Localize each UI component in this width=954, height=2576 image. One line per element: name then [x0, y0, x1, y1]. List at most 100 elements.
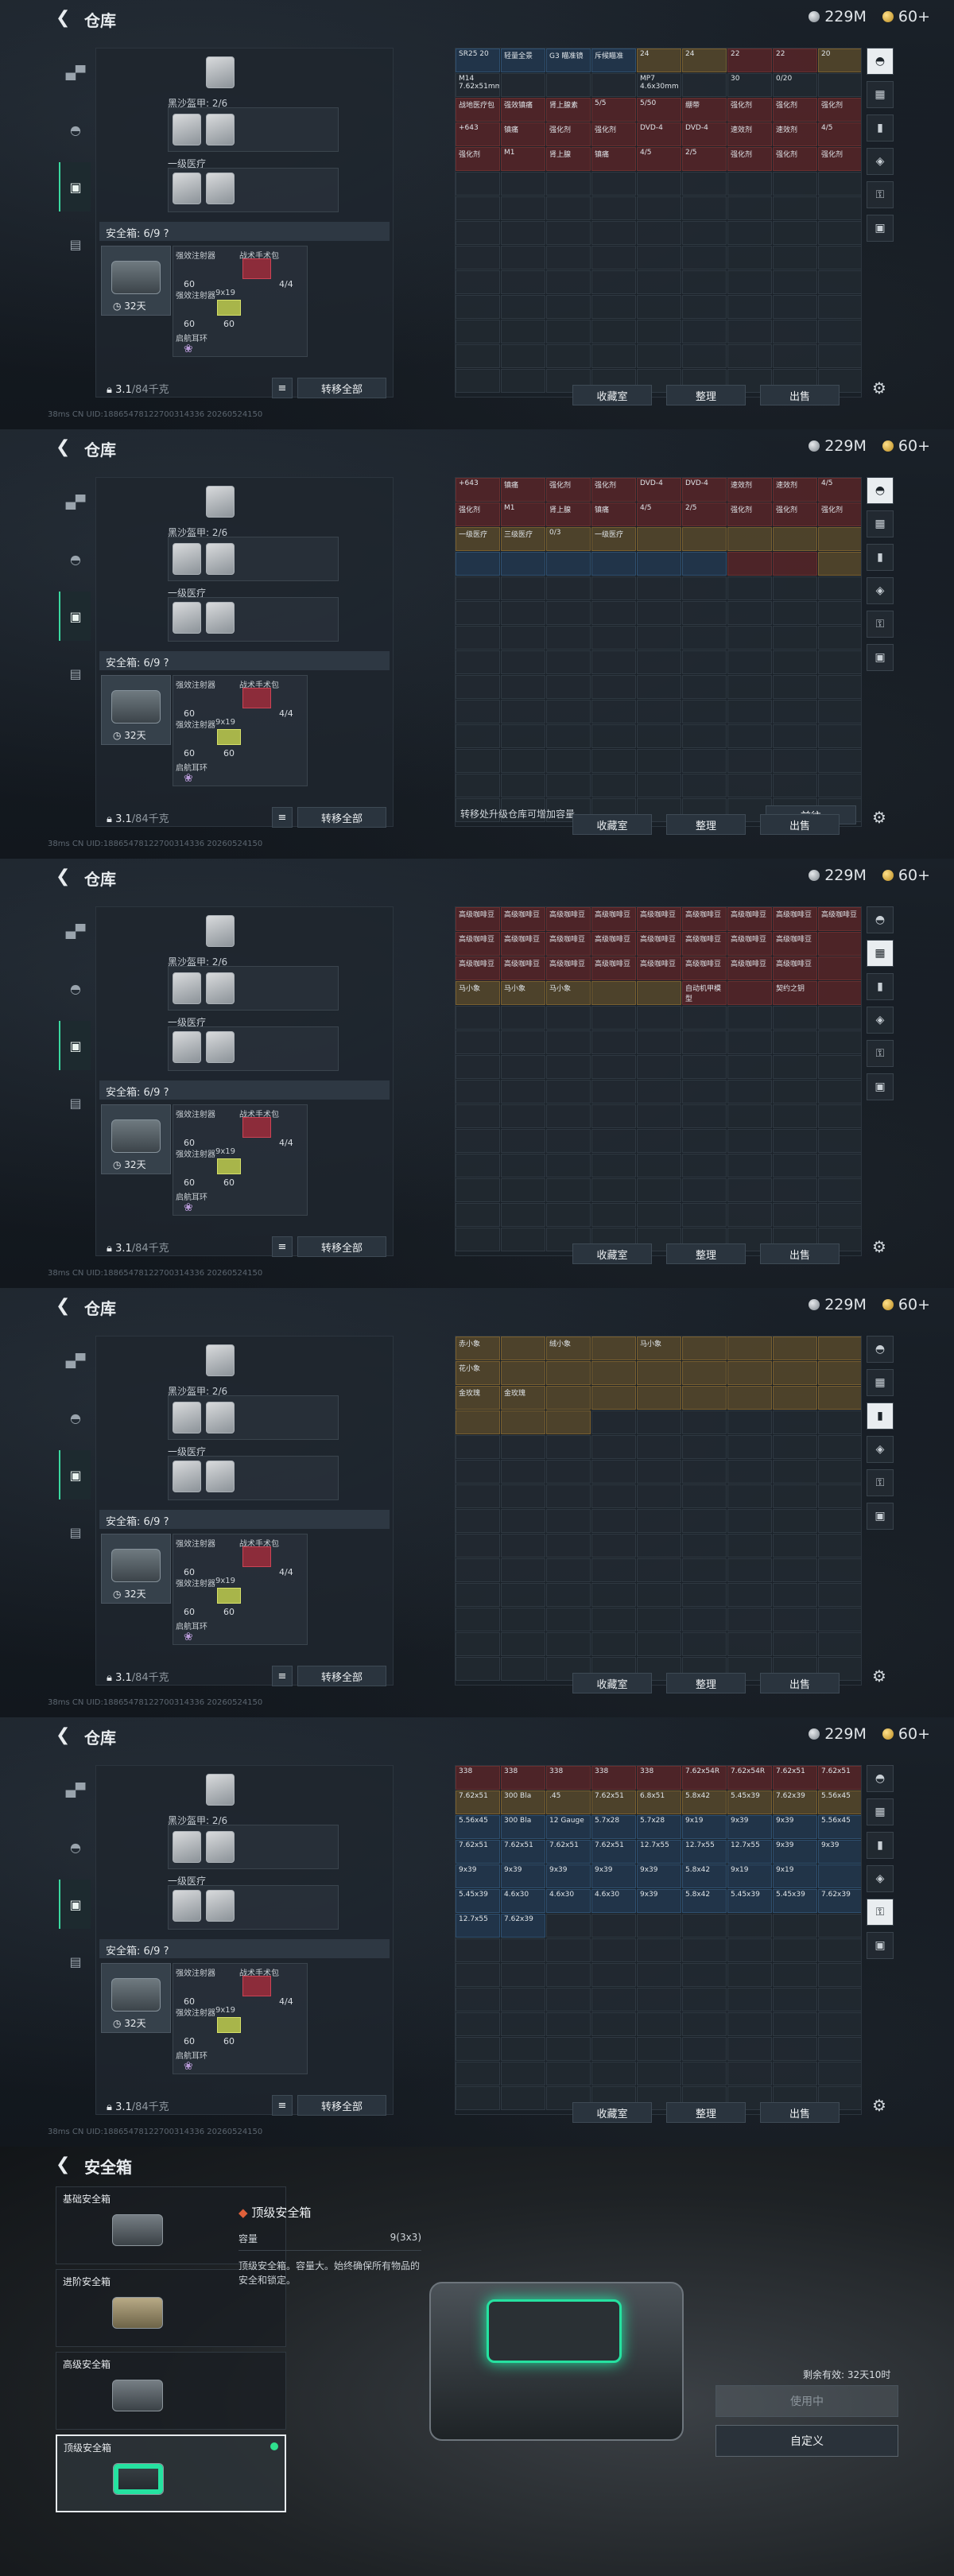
- empty-slot[interactable]: [727, 650, 772, 674]
- stash-item-tile[interactable]: 4.6x30: [501, 1889, 545, 1913]
- empty-slot[interactable]: [773, 344, 817, 368]
- empty-slot[interactable]: [546, 221, 591, 245]
- stash-item-tile[interactable]: 强化剂: [818, 98, 861, 122]
- empty-slot[interactable]: [818, 700, 861, 724]
- empty-slot[interactable]: [773, 1534, 817, 1558]
- empty-slot[interactable]: [818, 196, 861, 220]
- stash-item-tile[interactable]: [637, 552, 681, 576]
- empty-slot[interactable]: [682, 724, 727, 748]
- key-icon[interactable]: ⚿: [867, 1040, 894, 1067]
- empty-slot[interactable]: [501, 1534, 545, 1558]
- empty-slot[interactable]: [682, 172, 727, 196]
- empty-slot[interactable]: [546, 1632, 591, 1656]
- empty-slot[interactable]: [637, 1006, 681, 1030]
- empty-slot[interactable]: [818, 2037, 861, 2061]
- empty-slot[interactable]: [818, 270, 861, 294]
- gear-icon[interactable]: ⚙: [872, 378, 886, 398]
- stash-item-tile[interactable]: 强化剂: [456, 502, 500, 526]
- empty-slot[interactable]: [591, 172, 636, 196]
- stash-item-tile[interactable]: 自动机甲模型: [682, 981, 727, 1005]
- empty-slot[interactable]: [637, 1203, 681, 1227]
- stash-item-tile[interactable]: 4.6x30: [591, 1889, 636, 1913]
- stash-item-tile[interactable]: [727, 1914, 772, 1938]
- stash-item-tile[interactable]: [501, 1410, 545, 1434]
- sell-button[interactable]: 出售: [760, 1673, 840, 1693]
- stash-item-tile[interactable]: 7.62x51: [456, 1790, 500, 1814]
- safebox-slot[interactable]: ◷ 32天: [101, 246, 171, 316]
- stash-item-tile[interactable]: SR25 20: [456, 48, 500, 72]
- empty-slot[interactable]: [637, 1608, 681, 1631]
- empty-slot[interactable]: [682, 295, 727, 319]
- empty-slot[interactable]: [501, 1006, 545, 1030]
- stash-item-tile[interactable]: 5/50: [637, 98, 681, 122]
- empty-slot[interactable]: [682, 1988, 727, 2012]
- stash-item-tile[interactable]: 高级咖啡豆: [546, 932, 591, 956]
- empty-slot[interactable]: [501, 724, 545, 748]
- ammo-icon[interactable]: [217, 300, 241, 316]
- ammo-tab-icon[interactable]: ▮: [867, 544, 894, 571]
- stash-item-tile[interactable]: 5.45x39: [727, 1790, 772, 1814]
- stash-item-tile[interactable]: 一级医疗: [456, 527, 500, 551]
- empty-slot[interactable]: [501, 369, 545, 393]
- earring-icon[interactable]: ❀: [184, 772, 193, 785]
- empty-slot[interactable]: [682, 1030, 727, 1054]
- empty-slot[interactable]: [773, 650, 817, 674]
- safebox-slot[interactable]: ◷ 32天: [101, 1104, 171, 1174]
- empty-slot[interactable]: [591, 774, 636, 797]
- stash-item-tile[interactable]: 6.8x51: [637, 1790, 681, 1814]
- stash-item-tile[interactable]: [727, 552, 772, 576]
- stash-item-tile[interactable]: 镇痛: [501, 122, 545, 146]
- stash-item-tile[interactable]: [773, 1386, 817, 1410]
- empty-slot[interactable]: [818, 601, 861, 625]
- list-icon[interactable]: ≡: [272, 1236, 293, 1257]
- empty-slot[interactable]: [546, 1104, 591, 1128]
- empty-slot[interactable]: [682, 246, 727, 270]
- empty-slot[interactable]: [591, 1006, 636, 1030]
- empty-slot[interactable]: [591, 1484, 636, 1508]
- empty-slot[interactable]: [546, 246, 591, 270]
- stash-item-tile[interactable]: 高级咖啡豆: [591, 907, 636, 931]
- empty-slot[interactable]: [591, 601, 636, 625]
- stash-item-tile[interactable]: [727, 1336, 772, 1360]
- stash-item-tile[interactable]: [637, 1914, 681, 1938]
- empty-slot[interactable]: [727, 270, 772, 294]
- backpack-tab[interactable]: ▣: [59, 592, 91, 641]
- empty-slot[interactable]: [727, 2037, 772, 2061]
- empty-slot[interactable]: [727, 1055, 772, 1079]
- key-icon[interactable]: ⚿: [867, 1899, 894, 1926]
- empty-slot[interactable]: [546, 749, 591, 773]
- stash-item-tile[interactable]: 花小象: [456, 1361, 500, 1385]
- medkit-icon[interactable]: [242, 1117, 271, 1138]
- empty-slot[interactable]: [591, 1104, 636, 1128]
- empty-slot[interactable]: [818, 320, 861, 343]
- empty-slot[interactable]: [727, 601, 772, 625]
- empty-slot[interactable]: [773, 1006, 817, 1030]
- empty-slot[interactable]: [591, 650, 636, 674]
- stash-item-tile[interactable]: 高级咖啡豆: [727, 956, 772, 980]
- empty-slot[interactable]: [727, 1154, 772, 1177]
- in-use-button[interactable]: 使用中: [716, 2385, 898, 2417]
- stash-item-tile[interactable]: 300 Bla: [501, 1815, 545, 1839]
- sell-button[interactable]: 出售: [760, 814, 840, 835]
- ammo-tab-icon[interactable]: ▮: [867, 114, 894, 142]
- empty-slot[interactable]: [637, 221, 681, 245]
- empty-slot[interactable]: [818, 344, 861, 368]
- empty-slot[interactable]: [501, 1988, 545, 2012]
- empty-slot[interactable]: [818, 1632, 861, 1656]
- gear-icon[interactable]: ⚙: [872, 1237, 886, 1256]
- stash-item-tile[interactable]: 4.6x30: [546, 1889, 591, 1913]
- empty-slot[interactable]: [501, 1460, 545, 1484]
- stash-item-tile[interactable]: [637, 1410, 681, 1434]
- empty-slot[interactable]: [727, 1608, 772, 1631]
- empty-slot[interactable]: [682, 700, 727, 724]
- stash-item-tile[interactable]: 7.62x51: [501, 1840, 545, 1864]
- sell-button[interactable]: 出售: [760, 1243, 840, 1264]
- empty-slot[interactable]: [637, 344, 681, 368]
- stash-item-tile[interactable]: DVD-4: [682, 478, 727, 502]
- stash-item-tile[interactable]: 5.7x28: [591, 1815, 636, 1839]
- empty-slot[interactable]: [546, 295, 591, 319]
- stash-room-button[interactable]: 收藏室: [572, 1673, 652, 1693]
- gem-icon[interactable]: ◈: [867, 1436, 894, 1463]
- empty-slot[interactable]: [591, 1080, 636, 1104]
- stash-item-tile[interactable]: 5.8x42: [682, 1790, 727, 1814]
